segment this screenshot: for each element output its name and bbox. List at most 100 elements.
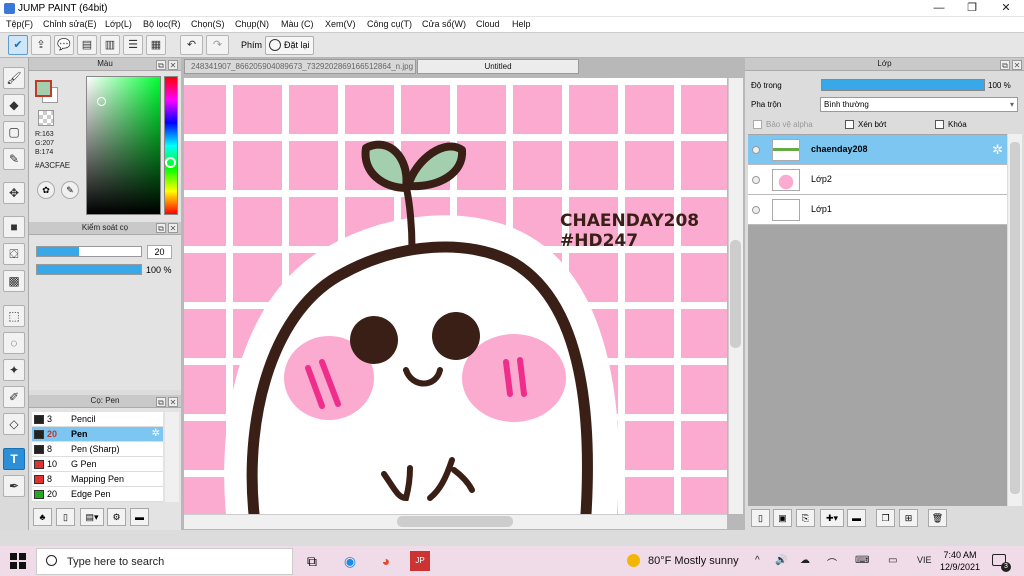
page-icon[interactable]: ▥ (100, 35, 120, 55)
menu-file[interactable]: Tệp(F) (6, 19, 33, 29)
eraser-tool-icon[interactable]: ◆ (3, 94, 25, 116)
menu-edit[interactable]: Chỉnh sửa(E) (43, 19, 97, 29)
panel-float-icon[interactable]: ⧉ (156, 60, 166, 70)
close-icon[interactable]: ✕ (989, 0, 1023, 17)
rect-select-tool-icon[interactable]: ⬚ (3, 305, 25, 327)
menu-cloud[interactable]: Cloud (476, 19, 500, 29)
menu-color[interactable]: Màu (C) (281, 19, 314, 29)
color-picker-icon[interactable]: ✎ (61, 181, 79, 199)
grid-settings-icon[interactable]: ▦ (146, 35, 166, 55)
comment-icon[interactable]: ▤ (77, 35, 97, 55)
brush-item[interactable]: 8 Mapping Pen (32, 472, 163, 487)
menu-select[interactable]: Chọn(S) (191, 19, 225, 29)
palette-icon[interactable]: ✿ (37, 181, 55, 199)
check-icon[interactable]: ✔ (8, 35, 28, 55)
new-layer-icon[interactable]: ▯ (751, 509, 770, 527)
drawing-canvas[interactable]: CHAENDAY208 #HD247 (184, 78, 727, 514)
brush-item-selected[interactable]: 20 Pen ✲ (32, 427, 163, 442)
layer-list-scroll-thumb[interactable] (1010, 142, 1020, 494)
rectangle-tool-icon[interactable]: ▢ (3, 121, 25, 143)
menu-view[interactable]: Xem(V) (325, 19, 356, 29)
weather-status[interactable]: 80°F Mostly sunny (648, 555, 739, 567)
brush-preset-icon[interactable]: ♣ (33, 508, 52, 526)
menu-tools[interactable]: Công cụ(T) (367, 19, 412, 29)
menu-help[interactable]: Help (512, 19, 531, 29)
add-layer-menu-icon[interactable]: ✚▾ (820, 509, 844, 527)
restore-icon[interactable]: ❐ (955, 0, 989, 17)
select-pen-tool-icon[interactable]: ✐ (3, 386, 25, 408)
jump-paint-app-icon[interactable]: JP (410, 551, 430, 571)
lock-checkbox[interactable] (935, 120, 944, 129)
brush-item[interactable]: 8 Pen (Sharp) (32, 442, 163, 457)
gear-icon[interactable]: ✲ (152, 428, 160, 439)
bucket-tool-icon[interactable]: ⛋ (3, 243, 25, 265)
menu-window[interactable]: Cửa sổ(W) (422, 19, 466, 29)
chevron-up-icon[interactable]: ^ (755, 555, 760, 566)
brush-menu-icon[interactable]: ▤▾ (80, 508, 104, 526)
edge-browser-icon[interactable]: ◉ (338, 549, 362, 573)
brush-tool-icon[interactable]: 🖌 (3, 67, 25, 89)
brush-control-close-icon[interactable]: ✕ (168, 223, 178, 233)
blend-mode-select[interactable]: Bình thường ▾ (820, 97, 1018, 112)
move-tool-icon[interactable]: ✥ (3, 182, 25, 204)
canvas-horizontal-scroll-thumb[interactable] (397, 516, 513, 527)
brush-size-value[interactable]: 20 (147, 245, 172, 259)
reset-button[interactable]: Đặt lại (265, 36, 314, 55)
visibility-icon[interactable] (752, 176, 760, 184)
brush-control-float-icon[interactable]: ⧉ (156, 223, 166, 233)
saturation-value-picker[interactable] (86, 76, 161, 215)
clipping-checkbox[interactable] (845, 120, 854, 129)
select-eraser-tool-icon[interactable]: ◇ (3, 413, 25, 435)
keyboard-icon[interactable]: ⌨ (855, 555, 869, 566)
taskbar-search-input[interactable]: Type here to search (36, 548, 293, 575)
canvas-vertical-scroll-thumb[interactable] (730, 240, 741, 348)
document-tab-untitled[interactable]: Untitled (417, 59, 579, 74)
transparent-color-swatch[interactable] (38, 110, 54, 126)
clock[interactable]: 7:40 AM 12/9/2021 (940, 549, 980, 573)
magic-wand-tool-icon[interactable]: ✦ (3, 359, 25, 381)
delete-layer-icon[interactable]: 🗑 (928, 509, 947, 527)
chat-icon[interactable]: 💬 (54, 35, 74, 55)
network-icon[interactable]: ⌒ (827, 555, 837, 570)
primary-color-swatch[interactable] (35, 80, 52, 97)
smudge-tool-icon[interactable]: ✎ (3, 148, 25, 170)
menu-layer[interactable]: Lớp(L) (105, 19, 132, 29)
brush-panel-close-icon[interactable]: ✕ (168, 397, 178, 407)
gear-icon[interactable]: ✲ (992, 142, 1003, 158)
merge-layer-icon[interactable]: ⊞ (899, 509, 918, 527)
brush-opacity-slider[interactable] (36, 264, 142, 275)
layer-row[interactable]: Lớp1 (748, 195, 1007, 225)
brush-size-slider[interactable] (36, 246, 142, 257)
layer-row-selected[interactable]: chaenday208 ✲ (748, 135, 1007, 165)
speaker-icon[interactable]: 🔊 (775, 555, 787, 566)
cloud-icon[interactable]: ☁ (800, 555, 810, 566)
menu-capture[interactable]: Chụp(N) (235, 19, 269, 29)
protect-alpha-checkbox[interactable] (753, 120, 762, 129)
undo-icon[interactable]: ↶ (180, 35, 203, 55)
menu-filter[interactable]: Bộ lọc(R) (143, 19, 181, 29)
brush-item[interactable]: 3 Pencil (32, 412, 163, 427)
brush-item[interactable]: 10 G Pen (32, 457, 163, 472)
eyedropper-tool-icon[interactable]: ✒ (3, 475, 25, 497)
redo-icon[interactable]: ↷ (206, 35, 229, 55)
windows-start-icon[interactable] (10, 553, 26, 569)
language-indicator[interactable]: VIE (917, 555, 932, 565)
layer-row[interactable]: Lớp2 (748, 165, 1007, 195)
hue-slider[interactable] (164, 76, 178, 215)
duplicate-layer-icon[interactable]: ❐ (876, 509, 895, 527)
lasso-tool-icon[interactable]: ◌ (3, 332, 25, 354)
new-brush-icon[interactable]: ▯ (56, 508, 75, 526)
new-layer-text-icon[interactable]: ⎘ (796, 509, 815, 527)
chrome-icon[interactable]: ◕ (374, 549, 398, 573)
brush-item[interactable]: 20 Edge Pen (32, 487, 163, 502)
export-icon[interactable]: ⇪ (31, 35, 51, 55)
gradient-tool-icon[interactable]: ▩ (3, 270, 25, 292)
task-view-icon[interactable]: ⧉ (300, 549, 324, 573)
panel-close-icon[interactable]: ✕ (168, 60, 178, 70)
brush-settings-icon[interactable]: ⚙ (107, 508, 126, 526)
brush-list-scrollbar[interactable] (165, 412, 179, 502)
visibility-icon[interactable] (752, 206, 760, 214)
minimize-icon[interactable]: — (922, 0, 956, 17)
layer-folder-icon[interactable]: ▬ (847, 509, 866, 527)
list-icon[interactable]: ☰ (123, 35, 143, 55)
